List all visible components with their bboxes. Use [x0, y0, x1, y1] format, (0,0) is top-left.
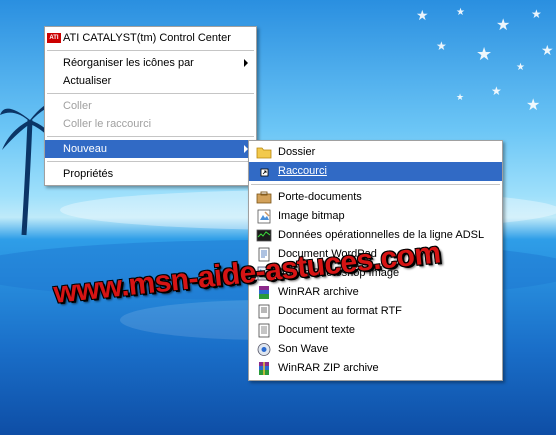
submenu-item-folder[interactable]: Dossier [249, 143, 502, 162]
svg-text:★: ★ [491, 84, 502, 98]
submenu-item-winrar-zip[interactable]: WinRAR ZIP archive [249, 359, 502, 378]
svg-text:★: ★ [541, 42, 554, 58]
briefcase-icon [256, 191, 272, 204]
svg-text:★: ★ [436, 39, 447, 53]
menu-item-refresh[interactable]: Actualiser [45, 72, 256, 90]
menu-item-paste-shortcut[interactable]: Coller le raccourci [45, 115, 256, 133]
winrar-zip-archive-icon [259, 362, 269, 375]
ati-logo-icon: ATI [47, 33, 61, 43]
menu-item-label: Propriétés [63, 168, 114, 180]
svg-text:★: ★ [456, 92, 464, 102]
menu-item-properties[interactable]: Propriétés [45, 165, 256, 183]
svg-text:★: ★ [526, 97, 540, 114]
submenu-item-label: Document texte [278, 324, 356, 336]
menu-separator [47, 50, 254, 51]
adsl-data-icon [256, 229, 272, 242]
submenu-item-label: Image bitmap [278, 210, 345, 222]
desktop-context-menu: ATI ATI CATALYST(tm) Control Center Réor… [44, 26, 257, 186]
menu-item-reorganize-icons[interactable]: Réorganiser les icônes par [45, 54, 256, 72]
menu-item-label: Nouveau [63, 143, 108, 155]
submenu-item-wave-sound[interactable]: Son Wave [249, 340, 502, 359]
svg-text:★: ★ [476, 44, 492, 64]
submenu-item-label: Son Wave [278, 343, 329, 355]
svg-text:★: ★ [516, 62, 525, 73]
menu-item-label: ATI CATALYST(tm) Control Center [63, 32, 231, 44]
stars-decoration: ★ ★ ★ ★ ★ ★ ★ ★ ★ ★ ★ [416, 7, 554, 114]
text-document-icon [258, 323, 270, 338]
menu-separator [47, 136, 254, 137]
menu-item-ati-catalyst[interactable]: ATI ATI CATALYST(tm) Control Center [45, 29, 256, 47]
bitmap-image-icon [257, 209, 271, 224]
submenu-item-briefcase[interactable]: Porte-documents [249, 188, 502, 207]
wave-sound-icon [257, 343, 271, 356]
menu-item-paste[interactable]: Coller [45, 97, 256, 115]
shortcut-icon [260, 168, 269, 177]
svg-text:★: ★ [496, 17, 510, 34]
menu-item-label: Réorganiser les icônes par [63, 57, 194, 69]
submenu-item-text-document[interactable]: Document texte [249, 321, 502, 340]
svg-text:★: ★ [416, 7, 429, 23]
menu-item-label: Actualiser [63, 75, 112, 87]
folder-icon [256, 147, 272, 159]
svg-text:★: ★ [456, 7, 465, 18]
submenu-item-label: Raccourci [278, 165, 327, 177]
menu-item-label: Coller le raccourci [63, 118, 152, 130]
menu-separator [47, 161, 254, 162]
menu-item-new[interactable]: Nouveau [45, 140, 256, 158]
submenu-item-label: Dossier [278, 146, 316, 158]
menu-separator [251, 184, 500, 185]
submenu-arrow-icon [244, 59, 248, 67]
menu-item-label: Coller [63, 100, 92, 112]
submenu-item-label: WinRAR ZIP archive [278, 362, 379, 374]
svg-text:★: ★ [531, 7, 542, 21]
submenu-item-label: Porte-documents [278, 191, 362, 203]
menu-separator [47, 93, 254, 94]
submenu-item-bitmap[interactable]: Image bitmap [249, 207, 502, 226]
submenu-item-shortcut[interactable]: Raccourci [249, 162, 502, 181]
